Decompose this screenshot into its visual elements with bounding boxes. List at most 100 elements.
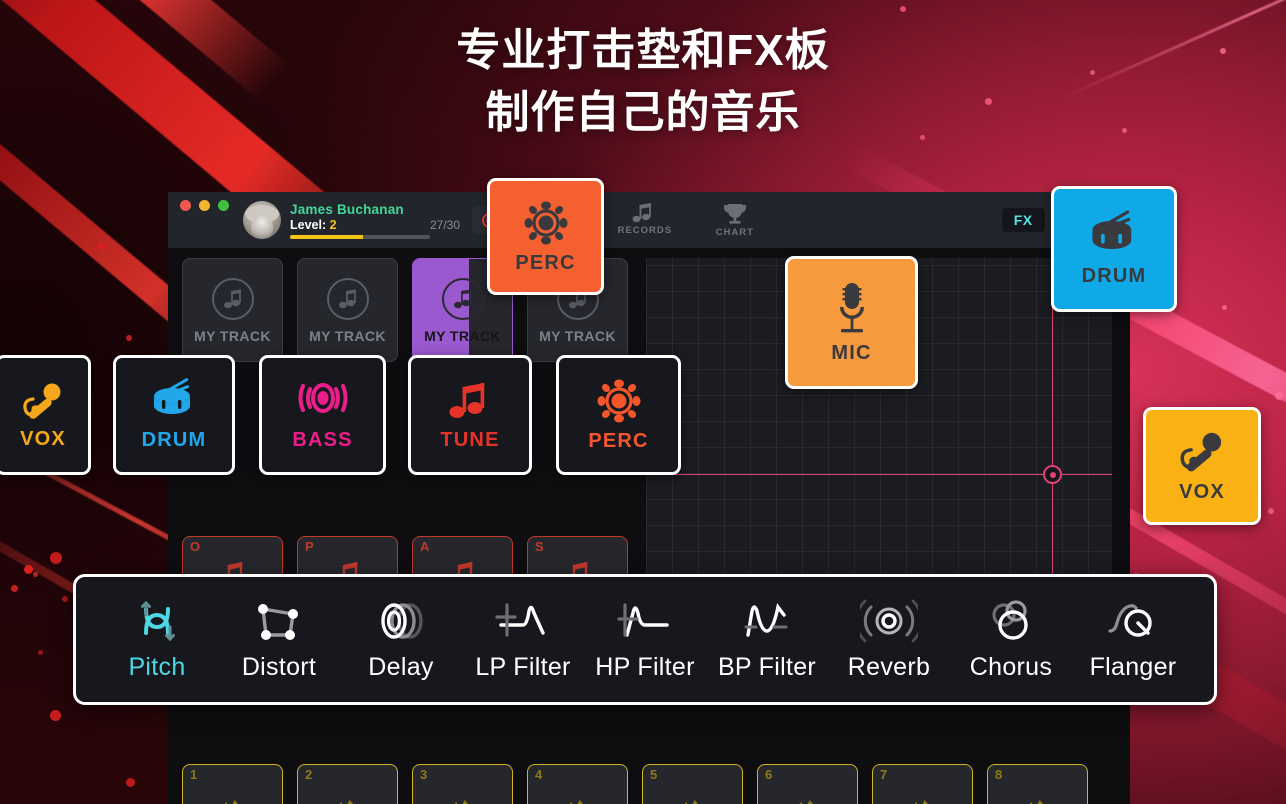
topbar-nav: RECORDS CHART <box>614 202 766 238</box>
instrument-tile-label: VOX <box>20 428 66 450</box>
music-notes-icon <box>632 202 651 222</box>
avatar <box>243 201 281 239</box>
percussion-icon <box>595 377 643 425</box>
drum-icon <box>148 378 200 424</box>
instrument-tile-perc[interactable]: PERC <box>556 355 681 475</box>
wave-pad[interactable]: 2 <box>297 764 398 804</box>
wave-pad[interactable]: 8 <box>987 764 1088 804</box>
level-label: Level: 2 <box>290 217 337 232</box>
pad-key: 3 <box>420 767 428 782</box>
nav-records-label: RECORDS <box>617 224 673 236</box>
track-label: MY TRACK <box>539 327 616 344</box>
instrument-tile-tune[interactable]: TUNE <box>408 355 532 475</box>
fx-item-label: Reverb <box>847 653 931 681</box>
pitch-icon <box>141 600 175 642</box>
percussion-icon <box>522 199 570 247</box>
maximize-icon[interactable] <box>218 200 229 211</box>
minimize-icon[interactable] <box>199 200 210 211</box>
hp-filter-icon <box>617 603 669 637</box>
floating-card-vox[interactable]: VOX <box>1143 407 1261 525</box>
bp-filter-icon <box>744 602 788 637</box>
user-block: James Buchanan Level: 2 27/30 <box>290 202 460 239</box>
wave-pad[interactable]: 5 <box>642 764 743 804</box>
fx-item-bp-filter[interactable]: BP Filter <box>708 597 826 682</box>
wave-pad[interactable]: 4 <box>527 764 628 804</box>
drum-icon <box>1086 210 1142 260</box>
fx-item-delay[interactable]: Delay <box>342 597 460 682</box>
headline-line-1: 专业打击垫和FX板 <box>456 26 830 75</box>
pad-key: P <box>305 539 314 554</box>
level-value: 2 <box>329 217 337 232</box>
music-circle-icon <box>211 277 255 321</box>
floating-card-label: PERC <box>515 251 576 274</box>
fx-item-label: Distort <box>241 653 317 681</box>
music-circle-icon <box>326 277 370 321</box>
trophy-icon <box>723 203 746 224</box>
instrument-tile-label: BASS <box>292 429 353 451</box>
floating-card-perc[interactable]: PERC <box>487 178 604 295</box>
pad-key: O <box>190 539 201 554</box>
app-window: James Buchanan Level: 2 27/30 RECORDS CH… <box>168 192 1130 804</box>
wave-pad[interactable]: 3 <box>412 764 513 804</box>
xy-crosshair-knob[interactable] <box>1043 465 1062 484</box>
fx-item-hp-filter[interactable]: HP Filter <box>586 597 704 682</box>
headline: 专业打击垫和FX板 制作自己的音乐 <box>0 20 1286 145</box>
level-row: Level: 2 27/30 <box>290 218 460 232</box>
note-icon <box>446 378 494 424</box>
instrument-tile-label: PERC <box>588 430 649 452</box>
pad-key: 1 <box>190 767 198 782</box>
instrument-tile-bass[interactable]: BASS <box>259 355 386 475</box>
pad-key: 5 <box>650 767 658 782</box>
track-label: MY TRACK <box>424 327 501 344</box>
user-name: James Buchanan <box>290 201 404 217</box>
app-topbar: James Buchanan Level: 2 27/30 RECORDS CH… <box>168 192 1130 248</box>
fx-item-label: Delay <box>368 653 434 681</box>
wave-pad[interactable]: 7 <box>872 764 973 804</box>
track-card[interactable]: MY TRACK <box>297 258 398 362</box>
wave-icon <box>779 793 837 804</box>
floating-card-label: DRUM <box>1081 265 1147 287</box>
track-label: MY TRACK <box>309 327 386 344</box>
fx-bar: Pitch Distort Delay LP Filter HP Filter … <box>73 574 1217 705</box>
fx-item-lp-filter[interactable]: LP Filter <box>464 597 582 682</box>
fx-item-label: Pitch <box>128 653 186 681</box>
floating-card-mic[interactable]: MIC <box>785 256 918 389</box>
fx-item-chorus[interactable]: Chorus <box>952 597 1070 682</box>
nav-chart-label: CHART <box>715 226 754 238</box>
level-progress-bar <box>290 234 430 239</box>
mic-stand-icon <box>830 281 874 337</box>
lp-filter-icon <box>495 603 545 637</box>
pad-key: 7 <box>880 767 888 782</box>
fx-toggle-button[interactable]: FX <box>1001 208 1045 232</box>
wave-icon <box>434 793 492 804</box>
fx-item-label: LP Filter <box>475 653 571 681</box>
wave-pad[interactable]: 6 <box>757 764 858 804</box>
fx-item-label: BP Filter <box>717 653 817 681</box>
pad-key: S <box>535 539 544 554</box>
pad-key: 2 <box>305 767 313 782</box>
headline-line-2: 制作自己的音乐 <box>485 88 801 138</box>
floating-card-drum[interactable]: DRUM <box>1051 186 1177 312</box>
flanger-icon <box>1108 604 1152 637</box>
nav-chart[interactable]: CHART <box>704 203 766 238</box>
instrument-tile-vox[interactable]: VOX <box>0 355 91 475</box>
distort-icon <box>258 604 298 640</box>
window-controls[interactable] <box>168 200 239 211</box>
music-circle-icon <box>441 277 485 321</box>
microphone-icon <box>1178 428 1226 476</box>
wave-pad[interactable]: 1 <box>182 764 283 804</box>
nav-records[interactable]: RECORDS <box>614 202 676 238</box>
xp-value: 27/30 <box>429 217 460 232</box>
speaker-icon <box>298 378 348 424</box>
fx-item-pitch[interactable]: Pitch <box>98 597 216 682</box>
track-label: MY TRACK <box>194 327 271 344</box>
fx-item-label: HP Filter <box>595 653 695 681</box>
floating-card-label: VOX <box>1179 481 1225 503</box>
instrument-tile-label: TUNE <box>440 429 500 451</box>
fx-item-distort[interactable]: Distort <box>220 597 338 682</box>
fx-item-flanger[interactable]: Flanger <box>1074 597 1192 682</box>
close-icon[interactable] <box>180 200 191 211</box>
instrument-tile-drum[interactable]: DRUM <box>113 355 235 475</box>
track-card[interactable]: MY TRACK <box>182 258 283 362</box>
fx-item-reverb[interactable]: Reverb <box>830 597 948 682</box>
